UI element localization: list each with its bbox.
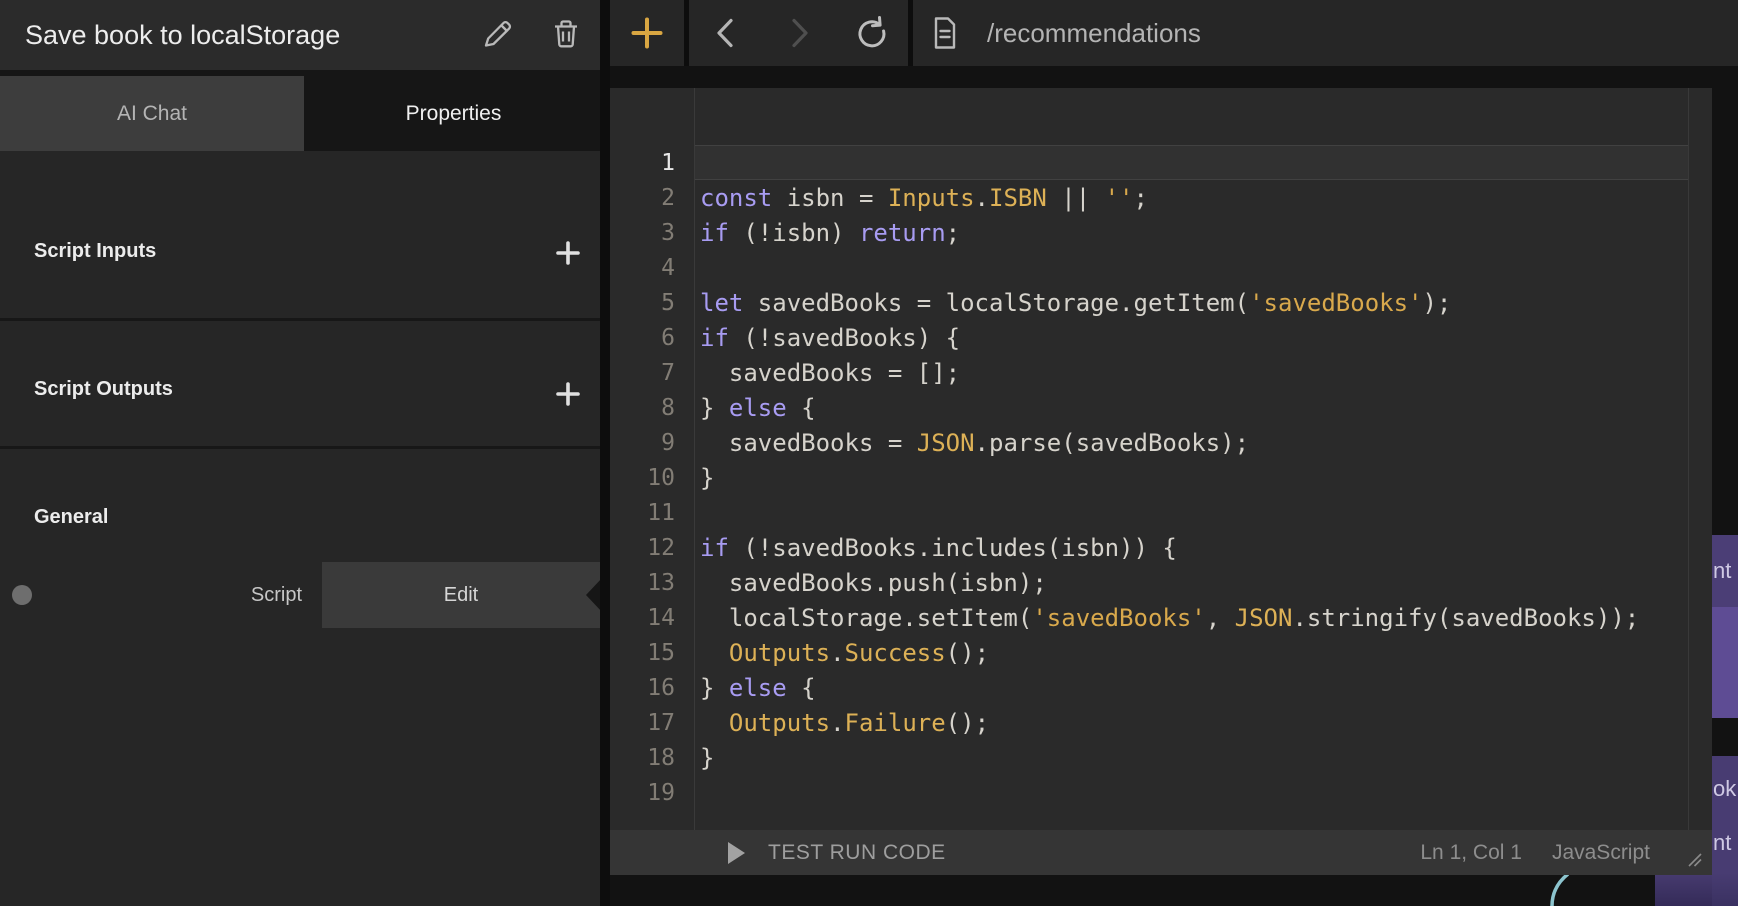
panel-divider[interactable] [600,0,610,906]
line-number: 13 [610,566,675,601]
panel-tabs: AI Chat Properties [0,76,600,151]
canvas-node-fragment[interactable] [1655,875,1712,906]
plus-icon [555,381,581,407]
tab-properties[interactable]: Properties [307,76,600,151]
canvas-node-fragment[interactable] [1712,607,1738,718]
connection-curve [1528,872,1608,906]
canvas-node-port-label: nt [1713,830,1731,856]
line-number: 12 [610,531,675,566]
resize-grip-icon[interactable] [1687,852,1703,868]
script-property-label: Script [251,562,302,628]
line-number: 3 [610,216,675,251]
chevron-left-icon [704,11,748,55]
canvas-node-port-label: ok [1713,776,1736,802]
toolbar-url-section: /recommendations [913,0,1738,66]
edit-script-button[interactable]: Edit [322,562,600,628]
line-number: 15 [610,636,675,671]
code-line-17[interactable]: Outputs.Failure(); [700,706,1712,741]
canvas-node-port-label: nt [1713,558,1731,584]
line-number: 19 [610,776,675,811]
script-port-dot [12,585,32,605]
trash-icon [546,14,586,54]
code-line-4[interactable] [700,251,1712,286]
cursor-position: Ln 1, Col 1 [1420,841,1522,865]
pencil-icon [477,14,517,54]
code-line-13[interactable]: savedBooks.push(isbn); [700,566,1712,601]
refresh-icon [850,11,894,55]
plus-icon [630,16,664,50]
language-indicator[interactable]: JavaScript [1552,841,1650,865]
chevron-right-icon [777,11,821,55]
code-line-12[interactable]: if (!savedBooks.includes(isbn)) { [700,531,1712,566]
page-url[interactable]: /recommendations [987,18,1201,49]
plus-icon [555,240,581,266]
code-line-2[interactable]: const isbn = Inputs.ISBN || ''; [700,181,1712,216]
line-number: 17 [610,706,675,741]
line-number: 16 [610,671,675,706]
editor-status-bar: TEST RUN CODE Ln 1, Col 1 JavaScript [610,830,1712,875]
line-number: 1 [610,146,675,181]
section-divider [0,446,600,449]
refresh-button[interactable] [848,9,896,57]
code-line-19[interactable] [700,776,1712,811]
add-script-input-button[interactable] [552,237,584,269]
code-line-16[interactable]: } else { [700,671,1712,706]
code-line-15[interactable]: Outputs.Success(); [700,636,1712,671]
line-number: 11 [610,496,675,531]
page-icon [925,13,965,53]
code-line-18[interactable]: } [700,741,1712,776]
node-title: Save book to localStorage [25,0,340,70]
line-number: 7 [610,356,675,391]
page-button[interactable] [921,9,969,57]
back-button[interactable] [702,9,750,57]
code-line-9[interactable]: savedBooks = JSON.parse(savedBooks); [700,426,1712,461]
add-node-button[interactable] [623,9,671,57]
add-script-output-button[interactable] [552,378,584,410]
section-heading-script-inputs: Script Inputs [34,240,156,263]
line-number: 18 [610,741,675,776]
code-line-3[interactable]: if (!isbn) return; [700,216,1712,251]
tab-ai-chat[interactable]: AI Chat [0,76,304,151]
code-line-10[interactable]: } [700,461,1712,496]
line-number: 9 [610,426,675,461]
gutter-border [694,88,695,830]
line-number: 5 [610,286,675,321]
code-line-6[interactable]: if (!savedBooks) { [700,321,1712,356]
line-number: 8 [610,391,675,426]
forward-button[interactable] [775,9,823,57]
toolbar-add-section [610,0,684,66]
test-run-code-button[interactable]: TEST RUN CODE [768,841,946,865]
section-heading-general: General [34,506,108,529]
play-icon [728,842,745,864]
line-number: 4 [610,251,675,286]
line-number-gutter: 12345678910111213141516171819 [610,88,675,811]
section-divider [0,318,600,321]
code-line-14[interactable]: localStorage.setItem('savedBooks', JSON.… [700,601,1712,636]
properties-panel: Save book to localStorage AI Chat Proper… [0,0,600,906]
script-editor-panel: 12345678910111213141516171819 const isbn… [610,88,1712,875]
code-line-11[interactable] [700,496,1712,531]
line-number: 2 [610,181,675,216]
delete-button[interactable] [543,11,589,57]
code-lines[interactable]: const isbn = Inputs.ISBN || '';if (!isbn… [700,88,1712,811]
section-heading-script-outputs: Script Outputs [34,378,173,401]
code-line-1[interactable] [700,146,1712,181]
toolbar-nav-section [689,0,908,66]
code-line-7[interactable]: savedBooks = []; [700,356,1712,391]
panel-header: Save book to localStorage [0,0,600,70]
line-number: 6 [610,321,675,356]
code-line-8[interactable]: } else { [700,391,1712,426]
rename-button[interactable] [474,11,520,57]
code-line-5[interactable]: let savedBooks = localStorage.getItem('s… [700,286,1712,321]
line-number: 14 [610,601,675,636]
line-number: 10 [610,461,675,496]
